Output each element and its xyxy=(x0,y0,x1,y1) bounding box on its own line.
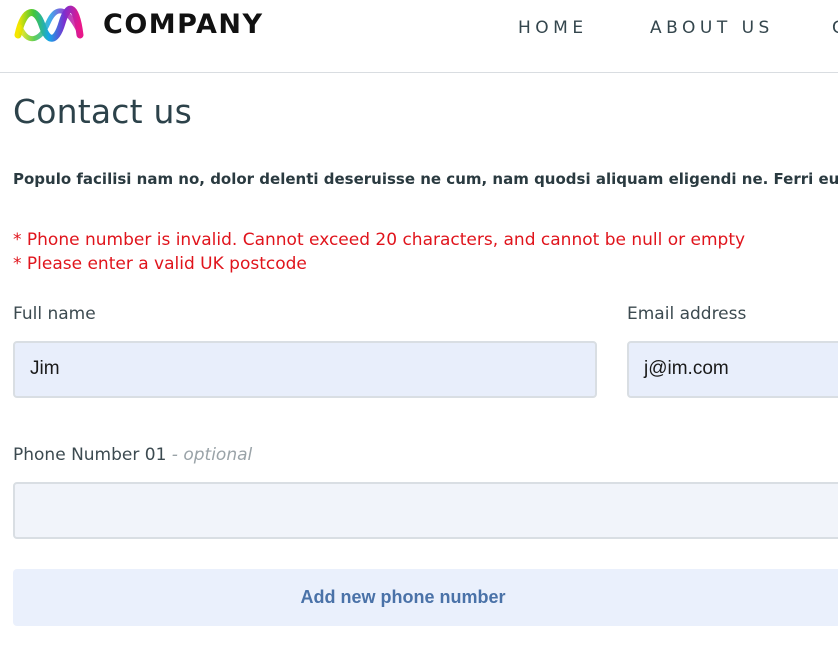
phone-optional-hint: - optional xyxy=(171,445,253,465)
add-phone-button[interactable]: Add new phone number xyxy=(13,569,838,626)
nav-home[interactable]: HOME xyxy=(518,18,588,38)
error-phone: * Phone number is invalid. Cannot exceed… xyxy=(13,230,746,250)
phone-input[interactable] xyxy=(13,482,838,539)
main-nav: HOME ABOUT US C xyxy=(0,18,838,42)
error-summary: * Phone number is invalid. Cannot exceed… xyxy=(13,228,745,276)
nav-about-us[interactable]: ABOUT US xyxy=(650,18,774,38)
site-header: COMPANY HOME ABOUT US C xyxy=(0,0,838,73)
full-name-input[interactable]: Jim xyxy=(13,341,597,398)
phone-label: Phone Number 01 - optional xyxy=(13,445,252,465)
email-label: Email address xyxy=(627,304,747,324)
nav-contact[interactable]: C xyxy=(832,18,838,38)
page-title: Contact us xyxy=(13,92,192,131)
email-input[interactable]: j@im.com xyxy=(627,341,838,398)
phone-label-text: Phone Number 01 xyxy=(13,445,167,465)
error-postcode: * Please enter a valid UK postcode xyxy=(13,254,307,274)
full-name-label: Full name xyxy=(13,304,96,324)
intro-text: Populo facilisi nam no, dolor delenti de… xyxy=(13,170,838,188)
